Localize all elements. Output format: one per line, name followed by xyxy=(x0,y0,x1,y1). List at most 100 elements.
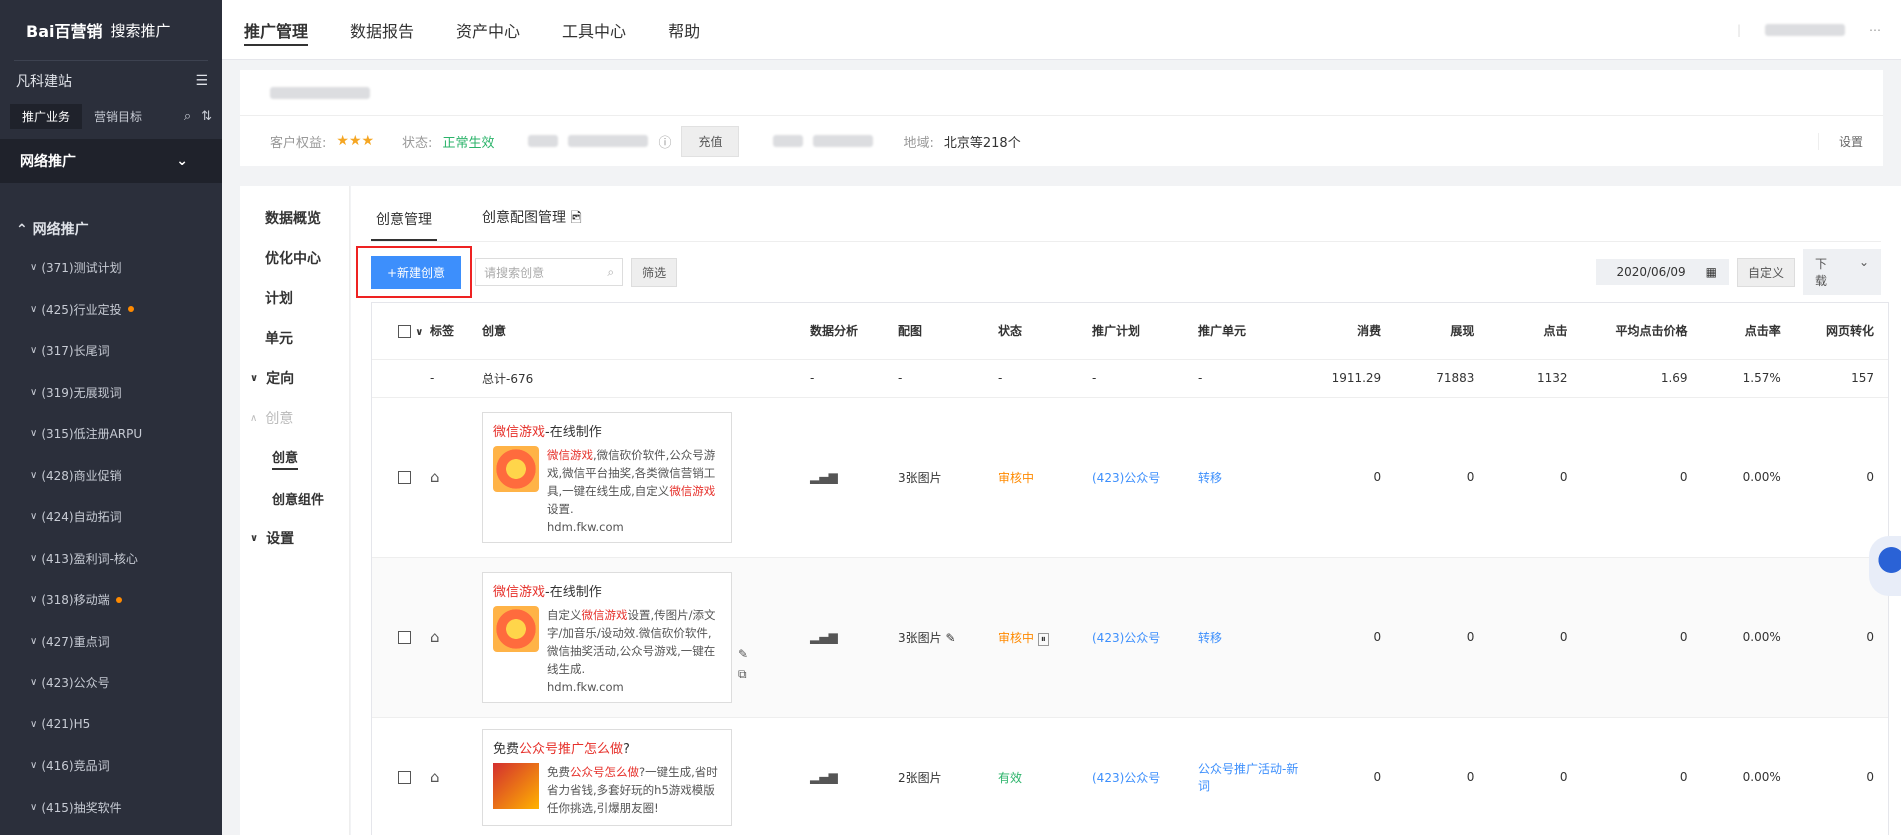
sidebar-campaign-item[interactable]: ∨ (423)公众号 xyxy=(0,662,222,704)
region-value[interactable]: 北京等218个 xyxy=(944,132,1021,151)
collapse-menu-icon[interactable]: ☰ xyxy=(195,73,208,89)
more-icon[interactable]: ⋯ xyxy=(1869,23,1881,37)
sidebar-campaign-item[interactable]: ∨ (421)H5 xyxy=(0,704,222,746)
analysis-chart-icon[interactable]: ▂▄▆ xyxy=(810,770,838,784)
subnav-targeting[interactable]: ∨ 定向 xyxy=(240,358,349,398)
sidebar-campaign-item[interactable]: ∨ (428)商业促销 xyxy=(0,455,222,497)
site-name: 凡科建站 xyxy=(16,74,72,90)
sidebar-campaign-item[interactable]: ∨ (413)盈利词-核心 xyxy=(0,538,222,580)
row-checkbox[interactable] xyxy=(398,631,411,644)
custom-button[interactable]: 自定义 xyxy=(1736,257,1795,287)
header-conversion[interactable]: 网页转化 xyxy=(1794,303,1888,360)
subnav-overview[interactable]: 数据概览 xyxy=(240,198,349,238)
sidebar-campaign-item[interactable]: ∨ (318)移动端 xyxy=(0,579,222,621)
impressions-cell: 0 xyxy=(1395,397,1489,558)
table-row[interactable]: ⌂ 微信游戏-在线制作 自定义微信游戏设置,传图片/添文字/加音乐/设动效.微信砍价… xyxy=(372,557,1888,718)
image-icon: 🖻 xyxy=(570,210,582,226)
cpc-cell: 0 xyxy=(1581,717,1702,835)
chevron-down-icon: ∨ xyxy=(30,262,38,274)
download-dropdown[interactable]: 下载 ⌄ xyxy=(1803,249,1881,295)
creative-card[interactable]: 微信游戏-在线制作 自定义微信游戏设置,传图片/添文字/加音乐/设动效.微信砍价软… xyxy=(482,571,732,703)
nav-promotion-management[interactable]: 推广管理 xyxy=(244,0,309,60)
search-icon[interactable]: ⌕ xyxy=(607,265,614,280)
sort-icon[interactable]: ⇅ xyxy=(201,109,212,124)
row-checkbox[interactable] xyxy=(398,771,411,784)
recharge-button[interactable]: 充值 xyxy=(681,125,740,157)
date-picker[interactable]: 2020/06/09 ▦ xyxy=(1596,259,1729,285)
tag-icon[interactable]: ⌂ xyxy=(430,768,440,786)
subnav-creative-components[interactable]: 创意组件 xyxy=(240,478,349,518)
plan-link[interactable]: (423)公众号 xyxy=(1092,471,1160,485)
new-creative-button[interactable]: +新建创意 xyxy=(371,255,462,289)
sidebar-campaign-item[interactable]: ∨ (416)竞品词 xyxy=(0,745,222,787)
nav-help[interactable]: 帮助 xyxy=(668,0,700,60)
subnav-creative-group[interactable]: ∧ 创意 xyxy=(240,398,349,438)
search-input[interactable]: 请搜索创意 ⌕ xyxy=(475,258,624,286)
creative-card[interactable]: 微信游戏-在线制作 微信游戏,微信砍价软件,公众号游戏,微信平台抽奖,各类微信营销… xyxy=(482,411,732,543)
table-row[interactable]: ⌂ 免费公众号推广怎么做? 免费公众号怎么做?一键生成,省时省力省钱,多套好玩的h5… xyxy=(372,717,1888,835)
nav-data-report[interactable]: 数据报告 xyxy=(350,0,414,60)
account-settings-button[interactable]: 设置 xyxy=(1817,132,1883,150)
search-icon[interactable]: ⌕ xyxy=(184,109,191,124)
tag-icon[interactable]: ⌂ xyxy=(430,628,440,646)
sidebar-campaign-item[interactable]: ∨ (319)无展现词 xyxy=(0,372,222,414)
edit-icon[interactable]: ✎ xyxy=(738,647,748,661)
row-checkbox[interactable] xyxy=(398,471,411,484)
edit-icon[interactable]: ✎ xyxy=(945,631,955,645)
total-row: - 总计-676 - - - - - 1911.29 71883 1132 1.… xyxy=(372,359,1888,398)
select-all-checkbox[interactable] xyxy=(398,324,411,338)
unit-link[interactable]: 公众号推广活动-新词 xyxy=(1198,762,1298,793)
header-ctr[interactable]: 点击率 xyxy=(1701,303,1795,360)
creative-card[interactable]: 免费公众号推广怎么做? 免费公众号怎么做?一键生成,省时省力省钱,多套好玩的h5游… xyxy=(482,728,732,826)
header-cost[interactable]: 消费 xyxy=(1302,303,1396,360)
user-account-blurred[interactable] xyxy=(1765,23,1845,36)
sidebar-tab-goals[interactable]: 营销目标 xyxy=(82,104,154,129)
sidebar-campaign-item[interactable]: ∨ (427)重点词 xyxy=(0,621,222,663)
image-count[interactable]: 2张图片 xyxy=(898,771,942,785)
header-cpc[interactable]: 平均点击价格 xyxy=(1581,303,1702,360)
brand-logo[interactable]: Bai百营销 搜索推广 xyxy=(0,0,222,60)
tag-icon[interactable]: ⌂ xyxy=(430,468,440,486)
analysis-chart-icon[interactable]: ▂▄▆ xyxy=(810,470,838,484)
budget-value-blurred xyxy=(813,135,874,147)
sidebar-group[interactable]: ⌃ 网络推广 xyxy=(0,219,222,239)
image-count[interactable]: 3张图片 xyxy=(898,471,942,485)
header-clicks[interactable]: 点击 xyxy=(1488,303,1582,360)
sidebar-campaign-item[interactable]: ∨ (315)低注册ARPU xyxy=(0,413,222,455)
tab-creative-management[interactable]: 创意管理 xyxy=(371,209,437,241)
analysis-chart-icon[interactable]: ▂▄▆ xyxy=(810,630,838,644)
sidebar-campaign-item[interactable]: ∨ (424)自动拓词 xyxy=(0,496,222,538)
unit-link[interactable]: 转移 xyxy=(1198,471,1222,485)
copy-icon[interactable]: ⧉ xyxy=(738,667,748,682)
sidebar-campaign-item[interactable]: ∨ (371)测试计划 xyxy=(0,247,222,289)
impressions-cell: 0 xyxy=(1395,717,1489,835)
sidebar-campaign-item[interactable]: ∨ (425)行业定投 xyxy=(0,289,222,331)
nav-tool-center[interactable]: 工具中心 xyxy=(562,0,626,60)
site-selector[interactable]: 凡科建站 ☰ xyxy=(0,61,222,101)
main-panel: 创意管理 创意配图管理 🖻 +新建创意 请搜索创意 ⌕ 筛选 2020/06/0… xyxy=(351,186,1901,835)
pause-icon[interactable]: ⏸ xyxy=(1037,632,1049,646)
subnav-plan[interactable]: 计划 xyxy=(240,278,349,318)
total-status: - xyxy=(998,359,1092,398)
header-tag: 标签 xyxy=(430,303,482,360)
nav-asset-center[interactable]: 资产中心 xyxy=(456,0,520,60)
sidebar-section-network[interactable]: 网络推广 ⌄ xyxy=(0,139,222,183)
assistant-robot-icon[interactable] xyxy=(1869,536,1901,596)
subnav-settings[interactable]: ∨ 设置 xyxy=(240,518,349,558)
sidebar-campaign-item[interactable]: ∨ (317)长尾词 xyxy=(0,330,222,372)
filter-button[interactable]: 筛选 xyxy=(631,257,678,287)
sidebar-tab-business[interactable]: 推广业务 xyxy=(10,103,83,129)
table-row[interactable]: ⌂ 微信游戏-在线制作 微信游戏,微信砍价软件,公众号游戏,微信平台抽奖,各类微信营… xyxy=(372,397,1888,558)
tab-creative-image-management[interactable]: 创意配图管理 🖻 xyxy=(477,207,587,241)
image-count[interactable]: 3张图片 xyxy=(898,631,942,645)
subnav-optimization[interactable]: 优化中心 xyxy=(240,238,349,278)
subnav-creative[interactable]: 创意 xyxy=(240,438,349,478)
chevron-down-icon[interactable]: ∨ xyxy=(415,327,423,338)
info-icon[interactable]: ⓘ xyxy=(658,132,671,151)
sidebar-campaign-item[interactable]: ∨ (415)抽奖软件 xyxy=(0,787,222,829)
plan-link[interactable]: (423)公众号 xyxy=(1092,631,1160,645)
subnav-unit[interactable]: 单元 xyxy=(240,318,349,358)
unit-link[interactable]: 转移 xyxy=(1198,631,1222,645)
header-impressions[interactable]: 展现 xyxy=(1395,303,1489,360)
plan-link[interactable]: (423)公众号 xyxy=(1092,771,1160,785)
